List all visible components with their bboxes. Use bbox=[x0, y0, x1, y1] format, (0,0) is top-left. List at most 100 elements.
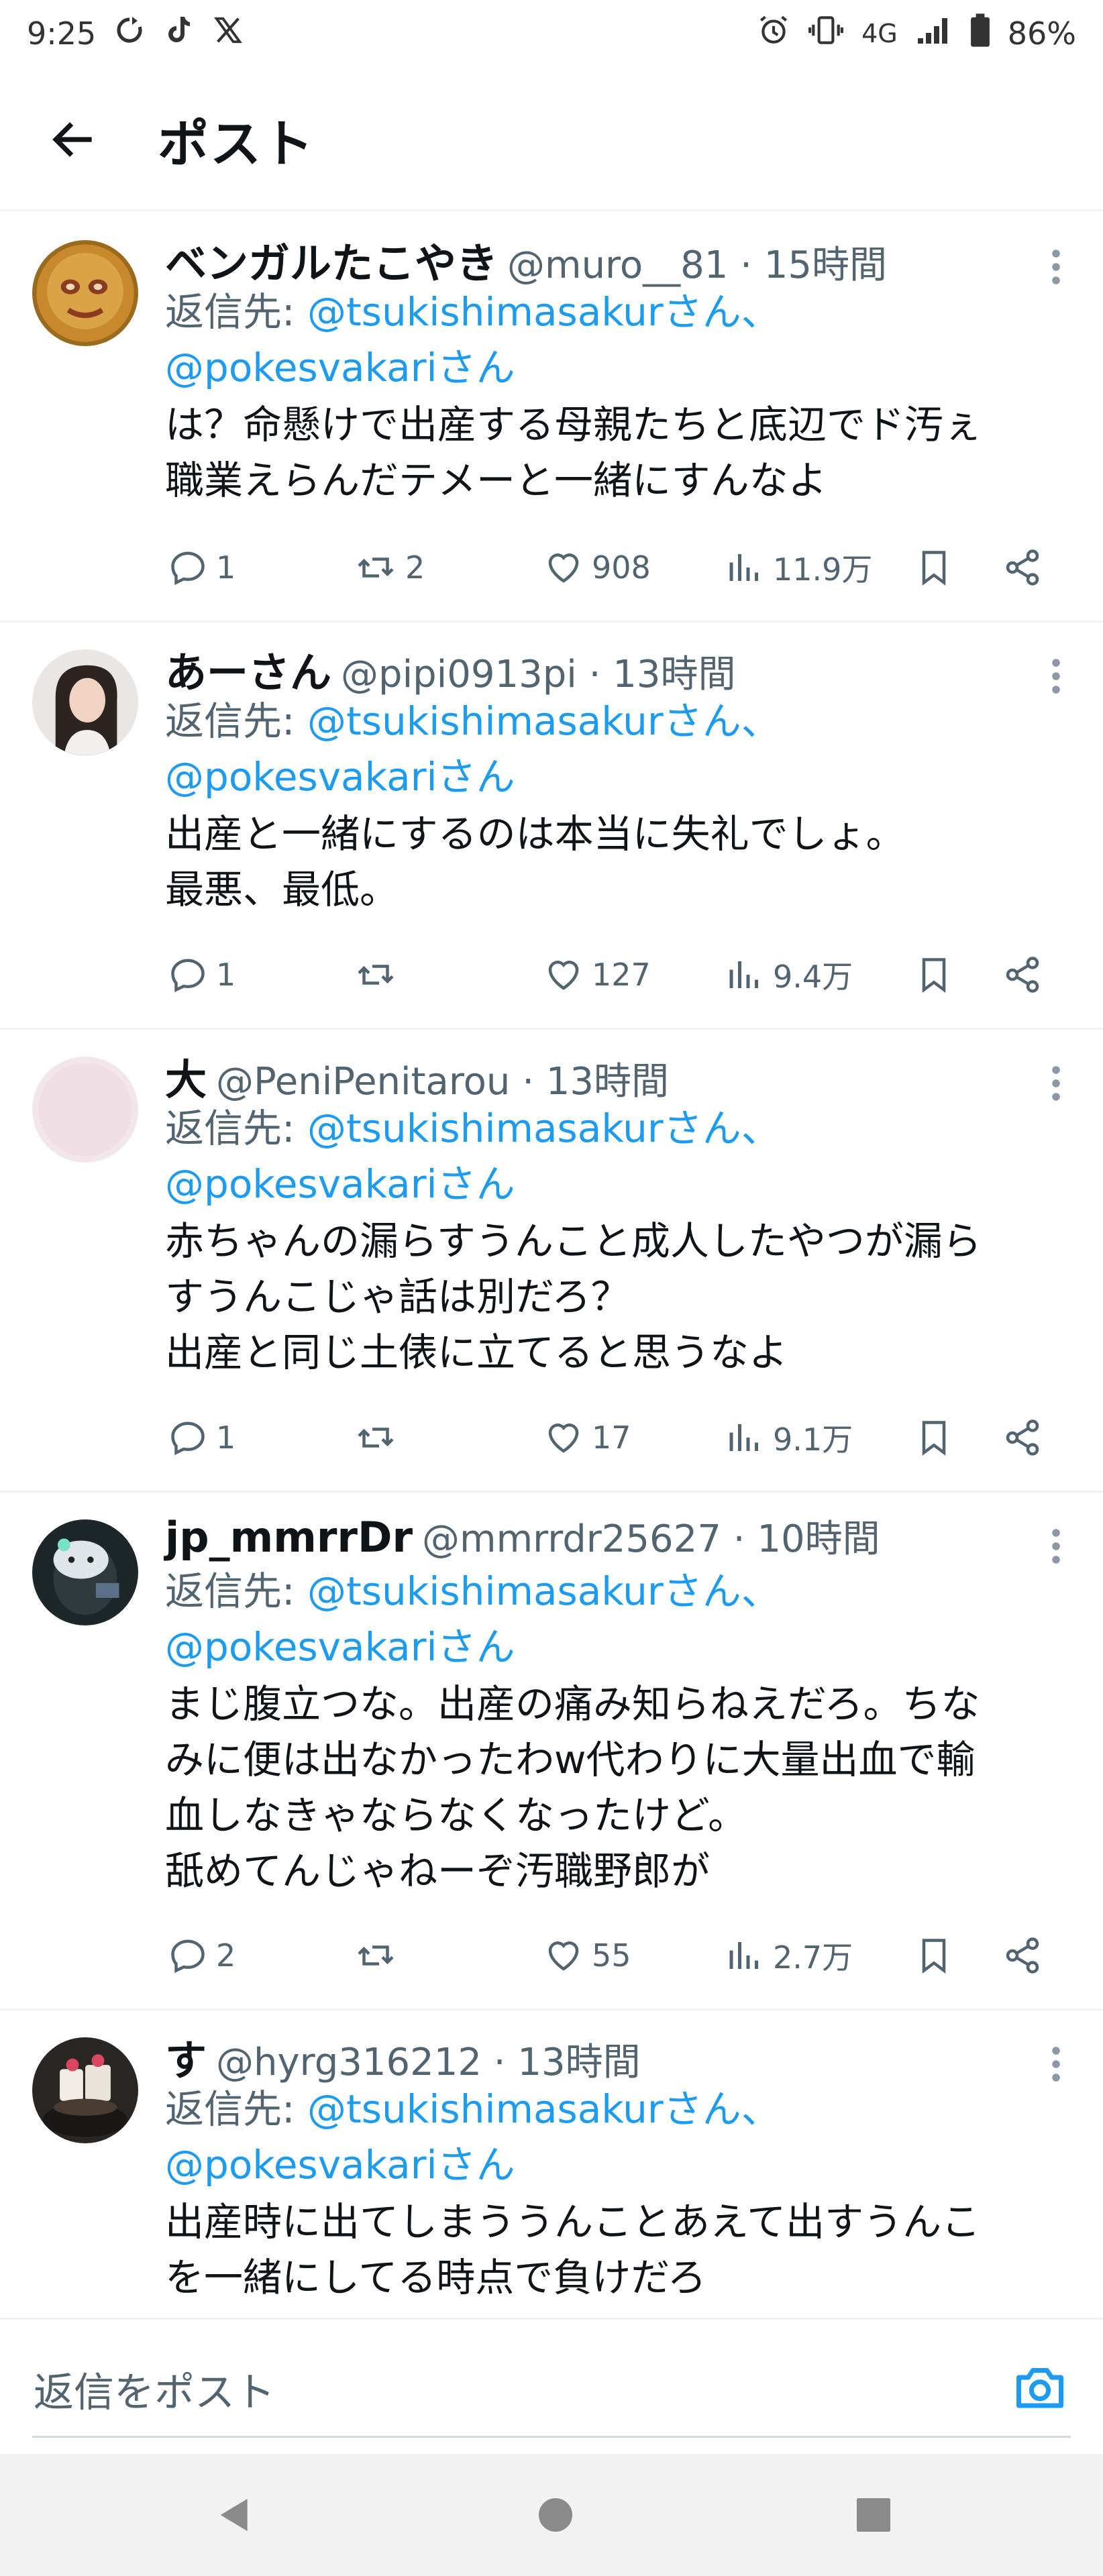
more-options-button[interactable] bbox=[1036, 649, 1076, 703]
like-count: 127 bbox=[592, 957, 651, 993]
share-button[interactable] bbox=[1002, 948, 1043, 1002]
display-name[interactable]: jp_mmrrDr bbox=[165, 1513, 413, 1562]
avatar[interactable] bbox=[32, 649, 138, 755]
share-icon bbox=[1006, 1419, 1039, 1456]
mention-link[interactable]: @pokesvakariさん bbox=[165, 345, 515, 390]
network-type: 4G bbox=[861, 19, 898, 48]
reply-to: 返信先: @tsukishimasakurさん、 @pokesvakariさん bbox=[165, 698, 780, 800]
handle-and-time[interactable]: @muro__81 · 15時間 bbox=[507, 235, 887, 289]
reply-composer: 返信をポスト bbox=[0, 2318, 1103, 2454]
tweet[interactable]: す @hyrg316212 · 13時間 返信先: @tsukishimasak… bbox=[0, 2010, 1103, 2318]
reply-button[interactable]: 1 bbox=[168, 948, 235, 1002]
camera-button[interactable] bbox=[1006, 2353, 1073, 2420]
share-button[interactable] bbox=[1002, 1411, 1043, 1464]
battery-level: 86% bbox=[1007, 15, 1076, 52]
reply-count: 1 bbox=[216, 1419, 236, 1456]
handle-and-time[interactable]: @pipi0913pi · 13時間 bbox=[341, 644, 736, 698]
views-button[interactable]: 9.1万 bbox=[725, 1411, 853, 1464]
nav-recents-button[interactable] bbox=[840, 2481, 907, 2548]
mention-link[interactable]: @tsukishimasakurさん、 bbox=[307, 289, 780, 335]
x-icon bbox=[213, 15, 244, 53]
bookmark-button[interactable] bbox=[914, 1929, 954, 1982]
reply-icon bbox=[171, 1939, 205, 1974]
views-button[interactable]: 2.7万 bbox=[725, 1929, 853, 1982]
nav-back-button[interactable] bbox=[201, 2481, 268, 2548]
mention-link[interactable]: @pokesvakariさん bbox=[165, 2142, 515, 2188]
more-vertical-icon bbox=[1052, 1066, 1060, 1101]
share-button[interactable] bbox=[1002, 541, 1043, 594]
mention-link[interactable]: @tsukishimasakurさん、 bbox=[307, 2086, 780, 2132]
more-options-button[interactable] bbox=[1036, 2037, 1076, 2091]
share-button[interactable] bbox=[1002, 1929, 1043, 1982]
mention-link[interactable]: @tsukishimasakurさん、 bbox=[307, 1568, 780, 1614]
repost-button[interactable] bbox=[354, 1411, 405, 1464]
heart-icon bbox=[548, 553, 579, 583]
handle-and-time[interactable]: @mmrrdr25627 · 10時間 bbox=[422, 1509, 880, 1563]
mention-link[interactable]: @pokesvakariさん bbox=[165, 1624, 515, 1670]
repost-icon bbox=[358, 557, 394, 578]
bookmark-button[interactable] bbox=[914, 1411, 954, 1464]
views-button[interactable]: 11.9万 bbox=[725, 541, 872, 594]
more-options-button[interactable] bbox=[1036, 1519, 1076, 1573]
reply-button[interactable]: 2 bbox=[168, 1929, 235, 1982]
more-options-button[interactable] bbox=[1036, 240, 1076, 294]
tweet[interactable]: 大 @PeniPenitarou · 13時間 返信先: @tsukishima… bbox=[0, 1030, 1103, 1493]
avatar[interactable] bbox=[32, 2037, 138, 2143]
like-button[interactable]: 55 bbox=[543, 1929, 631, 1982]
avatar[interactable] bbox=[32, 240, 138, 346]
top-app-bar: ポスト bbox=[0, 67, 1103, 211]
bookmark-button[interactable] bbox=[914, 948, 954, 1002]
repost-button[interactable]: 2 bbox=[354, 541, 425, 594]
repost-count: 2 bbox=[405, 549, 425, 586]
avatar[interactable] bbox=[32, 1057, 138, 1163]
more-vertical-icon bbox=[1052, 659, 1060, 694]
tweet[interactable]: jp_mmrrDr @mmrrdr25627 · 10時間 返信先: @tsuk… bbox=[0, 1493, 1103, 2010]
analytics-icon bbox=[729, 1424, 758, 1451]
display-name[interactable]: ベンガルたこやき bbox=[165, 229, 498, 290]
tweet[interactable]: ベンガルたこやき @muro__81 · 15時間 返信先: @tsukishi… bbox=[0, 213, 1103, 623]
mention-link[interactable]: @pokesvakariさん bbox=[165, 1161, 515, 1207]
tweet-actions: 1 17 9.1万 bbox=[0, 1411, 1103, 1464]
display-name[interactable]: す bbox=[165, 2027, 207, 2087]
header-divider bbox=[0, 209, 1103, 211]
repost-button[interactable] bbox=[354, 948, 405, 1002]
bookmark-button[interactable] bbox=[914, 541, 954, 594]
reply-to: 返信先: @tsukishimasakurさん、 @pokesvakariさん bbox=[165, 289, 780, 390]
avatar[interactable] bbox=[32, 1519, 138, 1625]
reply-to: 返信先: @tsukishimasakurさん、 @pokesvakariさん bbox=[165, 1106, 780, 1207]
repost-button[interactable] bbox=[354, 1929, 405, 1982]
arrow-left-icon bbox=[52, 121, 92, 157]
like-button[interactable]: 127 bbox=[543, 948, 651, 1002]
share-icon bbox=[1006, 1937, 1039, 1974]
reply-input-underline bbox=[32, 2436, 1071, 2438]
like-button[interactable]: 908 bbox=[543, 541, 651, 594]
nav-home-button[interactable] bbox=[522, 2481, 589, 2548]
reply-input[interactable]: 返信をポスト bbox=[34, 2360, 275, 2418]
reply-count: 2 bbox=[216, 1937, 236, 1974]
mention-link[interactable]: @tsukishimasakurさん、 bbox=[307, 698, 780, 744]
mention-link[interactable]: @tsukishimasakurさん、 bbox=[307, 1106, 780, 1151]
reply-button[interactable]: 1 bbox=[168, 1411, 235, 1464]
more-vertical-icon bbox=[1052, 250, 1060, 284]
display-name[interactable]: 大 bbox=[165, 1046, 207, 1106]
bookmark-icon bbox=[922, 551, 946, 586]
view-count: 9.4万 bbox=[773, 959, 853, 995]
mention-link[interactable]: @pokesvakariさん bbox=[165, 754, 515, 800]
status-time: 9:25 bbox=[27, 15, 97, 52]
handle-and-time[interactable]: @hyrg316212 · 13時間 bbox=[216, 2032, 641, 2086]
alarm-icon bbox=[757, 13, 790, 54]
camera-icon bbox=[1016, 2368, 1063, 2408]
tweet-text: 赤ちゃんの漏らすうんこと成人したやつが漏ら すうんこじゃ話は別だろ？ 出産と同じ… bbox=[165, 1218, 982, 1375]
reply-button[interactable]: 1 bbox=[168, 541, 235, 594]
tweet-text: 出産と一緒にするのは本当に失礼でしょ。 最悪、最低。 bbox=[165, 811, 905, 912]
views-button[interactable]: 9.4万 bbox=[725, 948, 853, 1002]
back-button[interactable] bbox=[37, 103, 111, 176]
bookmark-icon bbox=[922, 1939, 946, 1974]
system-nav-bar bbox=[0, 2454, 1103, 2576]
display-name[interactable]: あーさん bbox=[165, 639, 331, 699]
like-button[interactable]: 17 bbox=[543, 1411, 631, 1464]
tweet[interactable]: あーさん @pipi0913pi · 13時間 返信先: @tsukishima… bbox=[0, 623, 1103, 1030]
more-options-button[interactable] bbox=[1036, 1057, 1076, 1110]
handle-and-time[interactable]: @PeniPenitarou · 13時間 bbox=[216, 1051, 669, 1106]
like-count: 908 bbox=[592, 549, 651, 586]
